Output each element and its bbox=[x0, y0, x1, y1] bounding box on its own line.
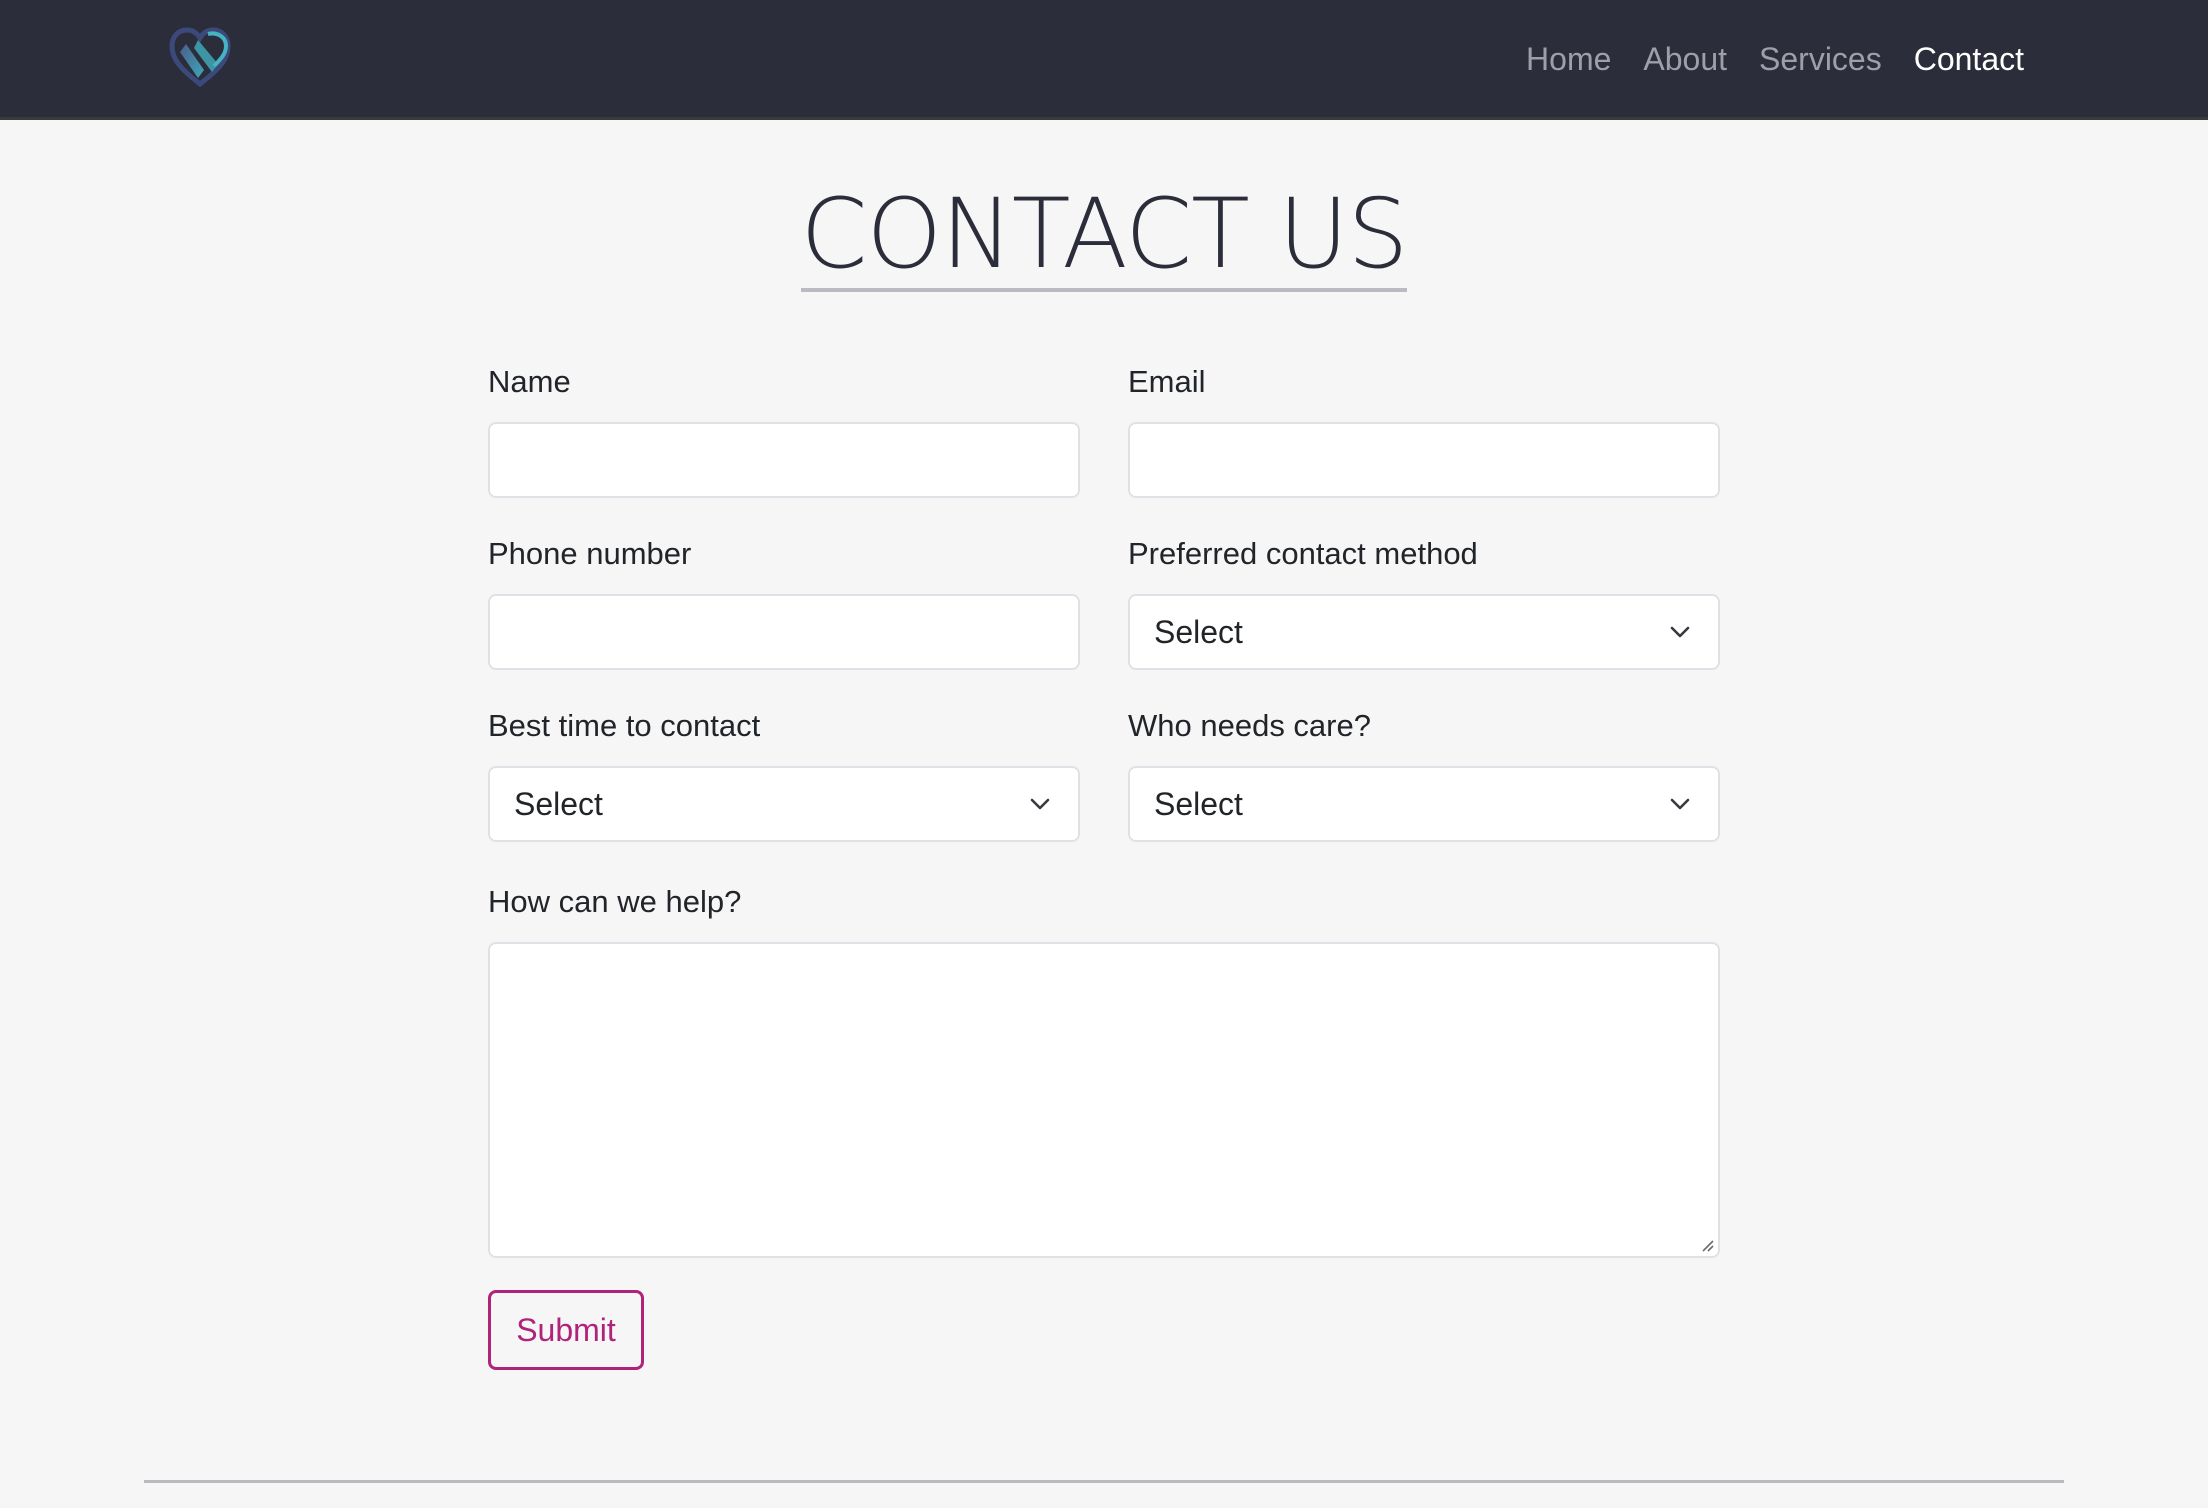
resize-grip-icon[interactable] bbox=[1698, 1236, 1714, 1252]
submit-button[interactable]: Submit bbox=[488, 1290, 644, 1370]
contact-method-select[interactable]: Select bbox=[1128, 594, 1720, 670]
best-time-field-group: Best time to contact Select bbox=[488, 704, 1080, 842]
best-time-select[interactable]: Select bbox=[488, 766, 1080, 842]
nav-links: Home About Services Contact bbox=[1526, 0, 2024, 118]
who-needs-care-select[interactable]: Select bbox=[1128, 766, 1720, 842]
name-field-group: Name bbox=[488, 360, 1080, 498]
nav-link-home[interactable]: Home bbox=[1526, 41, 1611, 78]
message-label: How can we help? bbox=[488, 884, 742, 919]
footer-divider bbox=[144, 1480, 2064, 1483]
nav-link-contact[interactable]: Contact bbox=[1914, 41, 2024, 78]
navbar: Home About Services Contact bbox=[0, 0, 2208, 120]
phone-input[interactable] bbox=[488, 594, 1080, 670]
message-field-group: How can we help? bbox=[488, 880, 1720, 1258]
chevron-down-icon bbox=[1670, 626, 1690, 638]
message-textarea[interactable] bbox=[488, 942, 1720, 1258]
who-needs-care-label: Who needs care? bbox=[1128, 708, 1371, 743]
contact-method-selected: Select bbox=[1154, 613, 1243, 650]
email-input[interactable] bbox=[1128, 422, 1720, 498]
chevron-down-icon bbox=[1670, 798, 1690, 810]
contact-method-label: Preferred contact method bbox=[1128, 536, 1478, 571]
email-label: Email bbox=[1128, 364, 1206, 399]
chevron-down-icon bbox=[1030, 798, 1050, 810]
page-title: CONTACT US bbox=[800, 178, 1408, 292]
contact-method-field-group: Preferred contact method Select bbox=[1128, 532, 1720, 670]
name-label: Name bbox=[488, 364, 571, 399]
best-time-selected: Select bbox=[514, 785, 603, 822]
who-needs-care-field-group: Who needs care? Select bbox=[1128, 704, 1720, 842]
phone-field-group: Phone number bbox=[488, 532, 1080, 670]
nav-link-about[interactable]: About bbox=[1643, 41, 1727, 78]
who-needs-care-selected: Select bbox=[1154, 785, 1243, 822]
name-input[interactable] bbox=[488, 422, 1080, 498]
phone-label: Phone number bbox=[488, 536, 692, 571]
best-time-label: Best time to contact bbox=[488, 708, 761, 743]
email-field-group: Email bbox=[1128, 360, 1720, 498]
heart-logo-icon[interactable] bbox=[168, 24, 232, 90]
page-title-wrap: CONTACT US bbox=[0, 186, 2208, 292]
nav-link-services[interactable]: Services bbox=[1759, 41, 1882, 78]
